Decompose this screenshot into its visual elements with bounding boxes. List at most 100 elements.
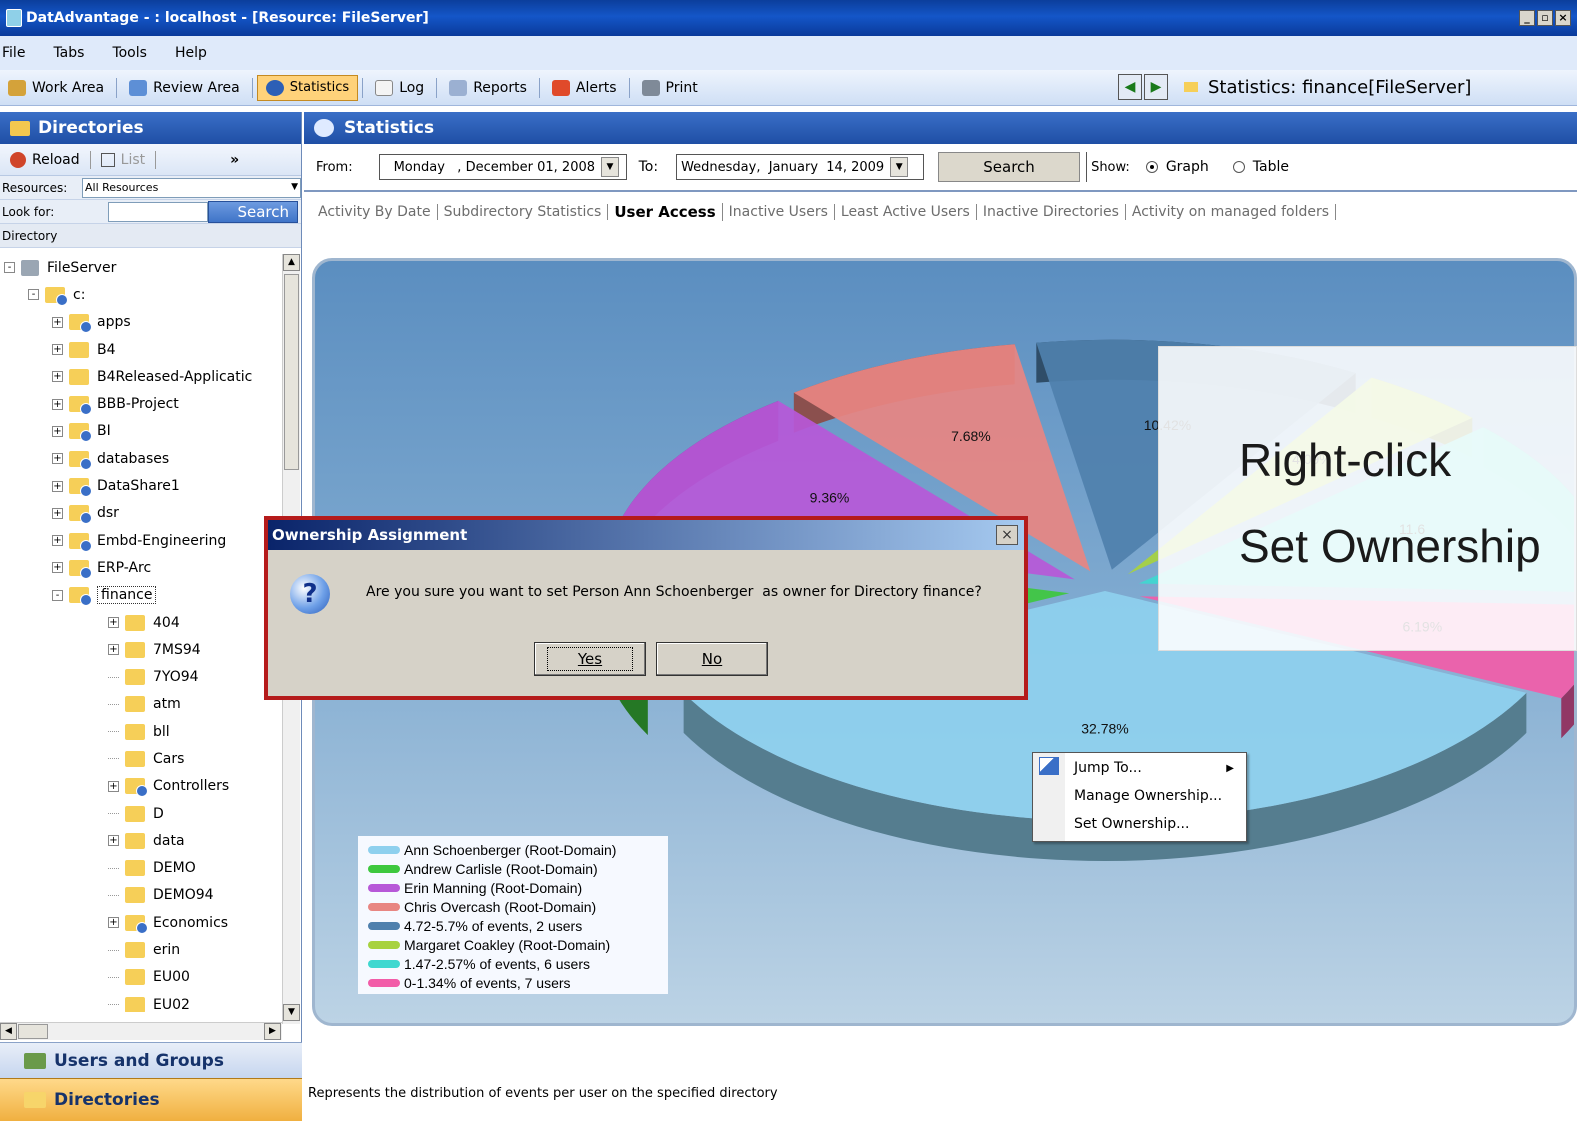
tree-node[interactable]: + B4Released-Applicatic [0,363,282,390]
back-button[interactable]: ◀ [1118,74,1142,100]
tree-node[interactable]: EU00 [0,964,282,991]
statistics-button[interactable]: Statistics [256,74,359,101]
tree-horizontal-scrollbar[interactable]: ◀ ▶ [0,1022,282,1040]
tree-node[interactable]: + dsr [0,500,282,527]
tree-node[interactable]: + Economics [0,909,282,936]
tab-inactive-users[interactable]: Inactive Users [723,204,835,220]
scroll-left-icon[interactable]: ◀ [0,1023,17,1040]
review-area-button[interactable]: Review Area [121,75,248,101]
scroll-thumb[interactable] [18,1024,48,1039]
expand-icon[interactable]: + [52,398,63,410]
tab-least-active-users[interactable]: Least Active Users [835,204,977,220]
menu-tabs[interactable]: Tabs [53,45,84,61]
collapse-icon[interactable]: - [28,289,39,301]
tab-activity-on-managed-folders[interactable]: Activity on managed folders [1126,204,1337,220]
expand-icon[interactable]: + [108,617,119,628]
tree-node[interactable]: +7MS94 [0,636,282,663]
resources-select[interactable]: All Resources ▼ [82,177,301,198]
to-date-picker[interactable]: Wednesday, January 14, 2009 ▼ [676,154,925,180]
tree-node[interactable]: - finance [0,582,282,609]
print-button[interactable]: Print [634,75,706,101]
menu-item-manage-ownership[interactable]: Manage Ownership... [1074,783,1244,809]
expand-icon[interactable]: + [52,425,63,437]
menu-help[interactable]: Help [175,45,207,61]
forward-button[interactable]: ▶ [1144,74,1168,100]
tab-activity-by-date[interactable]: Activity By Date [318,204,438,220]
scroll-thumb[interactable] [284,274,299,470]
expand-icon[interactable]: + [52,344,63,356]
minimize-button[interactable]: _ [1519,10,1535,26]
tree-node[interactable]: D [0,800,282,827]
overflow-chevron-icon[interactable]: » [230,152,239,168]
chevron-down-icon[interactable]: ▼ [601,157,620,177]
work-area-button[interactable]: Work Area [0,75,112,101]
tree-node[interactable]: + BBB-Project [0,390,282,417]
reports-button[interactable]: Reports [441,75,535,101]
tree-search-button[interactable]: Search [208,200,298,223]
yes-button[interactable]: Yes [534,642,646,676]
directories-tab[interactable]: Directories [0,1078,302,1121]
log-button[interactable]: Log [367,75,432,101]
users-and-groups-tab[interactable]: Users and Groups [0,1042,302,1078]
reload-button[interactable]: Reload [32,152,80,168]
tree-node[interactable]: - FileServer [0,254,282,281]
tree-node[interactable]: + BI [0,418,282,445]
tree-node[interactable]: + Embd-Engineering [0,527,282,554]
alerts-button[interactable]: Alerts [544,75,625,101]
expand-icon[interactable]: + [52,535,63,547]
expand-icon[interactable]: + [108,835,119,847]
tree-node[interactable]: +404 [0,609,282,636]
tab-inactive-directories[interactable]: Inactive Directories [977,204,1126,220]
expand-icon[interactable]: + [108,644,119,656]
scroll-up-icon[interactable]: ▲ [283,254,300,271]
expand-icon[interactable]: + [52,371,63,383]
look-for-input[interactable] [108,201,208,222]
expand-icon[interactable]: + [52,562,63,574]
chevron-down-icon[interactable]: ▼ [890,157,909,177]
menu-item-jump-to[interactable]: Jump To... ▶ [1074,755,1244,781]
graph-radio[interactable] [1145,161,1158,173]
collapse-icon[interactable]: - [52,589,63,601]
dialog-close-icon[interactable]: × [996,525,1018,545]
tab-user-access[interactable]: User Access [608,203,723,221]
list-button[interactable]: List [121,152,145,168]
tree-node[interactable]: atm [0,691,282,718]
expand-icon[interactable]: + [108,917,119,929]
table-radio[interactable] [1232,161,1245,173]
graph-radio-label[interactable]: Graph [1166,159,1209,175]
expand-icon[interactable]: + [52,507,63,519]
expand-icon[interactable]: + [52,316,63,328]
expand-icon[interactable]: + [52,453,63,465]
tree-node[interactable]: + ERP-Arc [0,554,282,581]
menu-file[interactable]: File [2,45,25,61]
search-button[interactable]: Search [938,152,1081,182]
tree-node[interactable]: + data [0,827,282,854]
tree-node[interactable]: + databases [0,445,282,472]
tree-node[interactable]: bll [0,718,282,745]
scroll-down-icon[interactable]: ▼ [283,1004,300,1021]
tree-node[interactable]: DEMO94 [0,882,282,909]
tree-node[interactable]: + DataShare1 [0,472,282,499]
tree-node[interactable]: DEMO [0,855,282,882]
tree-node[interactable]: Cars [0,745,282,772]
expand-icon[interactable]: + [52,480,63,492]
tree-node[interactable]: 7YO94 [0,663,282,690]
tree-node[interactable]: - c: [0,281,282,308]
tree-node[interactable]: erin [0,936,282,963]
tree-node[interactable]: + apps [0,309,282,336]
scroll-right-icon[interactable]: ▶ [264,1023,281,1040]
tree-node[interactable]: + B4 [0,336,282,363]
tab-subdirectory-statistics[interactable]: Subdirectory Statistics [438,204,609,220]
menu-tools[interactable]: Tools [112,45,147,61]
from-date-picker[interactable]: Monday , December 01, 2008 ▼ [378,154,627,180]
tree-node[interactable]: + Controllers [0,773,282,800]
close-button[interactable]: × [1555,10,1571,26]
maximize-button[interactable]: ▫ [1537,10,1553,26]
tree-node[interactable]: EU02 [0,991,282,1012]
tree-node-label: c: [73,286,86,303]
menu-item-set-ownership[interactable]: Set Ownership... [1074,811,1244,837]
collapse-icon[interactable]: - [4,262,15,274]
expand-icon[interactable]: + [108,780,119,792]
table-radio-label[interactable]: Table [1253,159,1289,175]
no-button[interactable]: No [656,642,768,676]
